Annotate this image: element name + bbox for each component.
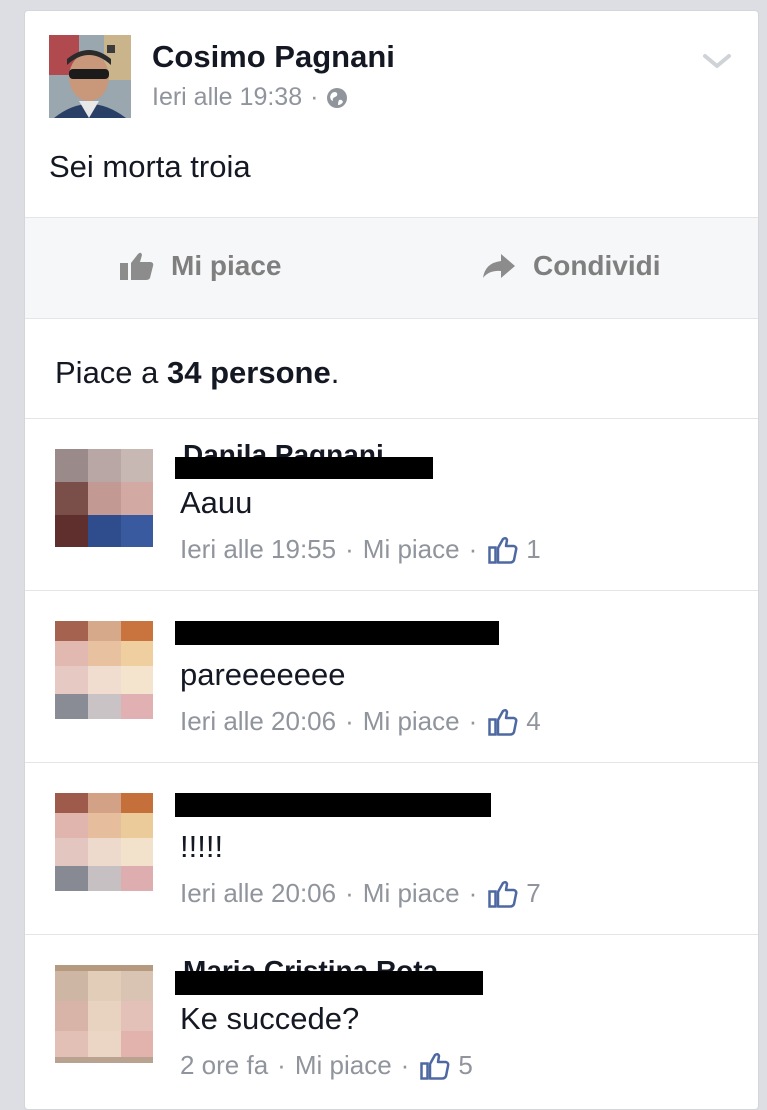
redaction-bar: [175, 793, 491, 817]
comment-like-link[interactable]: Mi piace: [363, 706, 460, 737]
comment-item: Maria Cristina Rota Ke succede? 2 ore fa…: [25, 935, 758, 1107]
comment-time[interactable]: Ieri alle 19:55: [180, 534, 336, 565]
share-button-label: Condividi: [533, 250, 661, 281]
meta-separator: ·: [468, 706, 478, 736]
comment-meta: Ieri alle 19:55 · Mi piace · 1: [180, 534, 541, 565]
comment-time[interactable]: Ieri alle 20:06: [180, 878, 336, 909]
redaction-bar: [175, 621, 499, 645]
comment-like-count: 1: [526, 534, 541, 564]
post-header: Cosimo Pagnani Ieri alle 19:38 · Sei mor…: [25, 11, 758, 221]
share-button[interactable]: Condividi: [481, 250, 661, 282]
globe-icon: [327, 87, 348, 108]
meta-separator: ·: [345, 534, 354, 564]
meta-separator: ·: [400, 1050, 410, 1080]
chevron-down-icon[interactable]: [702, 51, 732, 71]
meta-separator: ·: [345, 706, 354, 736]
post-meta: Ieri alle 19:38 ·: [152, 83, 348, 112]
likes-summary[interactable]: Piace a 34 persone.: [25, 317, 758, 419]
comment-like-link[interactable]: Mi piace: [295, 1050, 392, 1081]
redaction-bar: [175, 971, 483, 995]
thumbs-up-outline-icon[interactable]: [488, 708, 518, 736]
comment-meta: Ieri alle 20:06 · Mi piace · 4: [180, 706, 541, 737]
comment-text: pareeeeeee: [180, 657, 346, 692]
comment-time[interactable]: Ieri alle 20:06: [180, 706, 336, 737]
thumbs-up-outline-icon[interactable]: [488, 880, 518, 908]
comment-like-link[interactable]: Mi piace: [363, 534, 460, 565]
comment-text: Ke succede?: [180, 1001, 360, 1036]
comment-meta: 2 ore fa · Mi piace · 5: [180, 1050, 473, 1081]
redaction-bar: [175, 457, 433, 479]
like-button[interactable]: Mi piace: [119, 250, 281, 282]
comment-like-count: 7: [526, 878, 541, 908]
meta-separator: ·: [277, 1050, 286, 1080]
comment-like-count: 5: [458, 1050, 473, 1080]
commenter-avatar[interactable]: [55, 449, 153, 547]
post-text: Sei morta troia: [49, 149, 251, 184]
thumbs-up-outline-icon[interactable]: [488, 536, 518, 564]
author-name[interactable]: Cosimo Pagnani: [152, 39, 395, 75]
comment-like-link[interactable]: Mi piace: [363, 878, 460, 909]
commenter-avatar[interactable]: [55, 793, 153, 891]
comment-text: !!!!!: [180, 829, 224, 864]
likes-suffix: .: [330, 355, 340, 390]
commenter-avatar[interactable]: [55, 621, 153, 719]
commenter-name[interactable]: Danila Pagnani: [183, 439, 384, 459]
author-avatar[interactable]: [49, 35, 131, 118]
likes-summary-text: Piace a 34 persone.: [55, 355, 339, 391]
post-actions-bar: Mi piace Condividi: [25, 217, 758, 319]
commenter-avatar[interactable]: [55, 965, 153, 1063]
meta-separator: ·: [468, 534, 478, 564]
meta-separator: ·: [310, 83, 319, 111]
share-arrow-icon: [483, 254, 515, 278]
thumbs-up-icon: [120, 252, 154, 280]
post-card: Cosimo Pagnani Ieri alle 19:38 · Sei mor…: [24, 10, 759, 1110]
comment-meta: Ieri alle 20:06 · Mi piace · 7: [180, 878, 541, 909]
comment-item: Danila Pagnani Aauu Ieri alle 19:55 · Mi…: [25, 419, 758, 591]
like-button-label: Mi piace: [171, 250, 282, 281]
post-timestamp[interactable]: Ieri alle 19:38: [152, 83, 302, 112]
likes-prefix: Piace a: [55, 355, 168, 390]
comment-like-count: 4: [526, 706, 541, 736]
thumbs-up-outline-icon[interactable]: [420, 1052, 450, 1080]
likes-count[interactable]: 34 persone: [167, 355, 331, 390]
comment-text: Aauu: [180, 485, 253, 520]
comment-item: pareeeeeee Ieri alle 20:06 · Mi piace · …: [25, 591, 758, 763]
meta-separator: ·: [345, 878, 354, 908]
comment-item: !!!!! Ieri alle 20:06 · Mi piace · 7: [25, 763, 758, 935]
comment-time[interactable]: 2 ore fa: [180, 1050, 268, 1081]
meta-separator: ·: [468, 878, 478, 908]
